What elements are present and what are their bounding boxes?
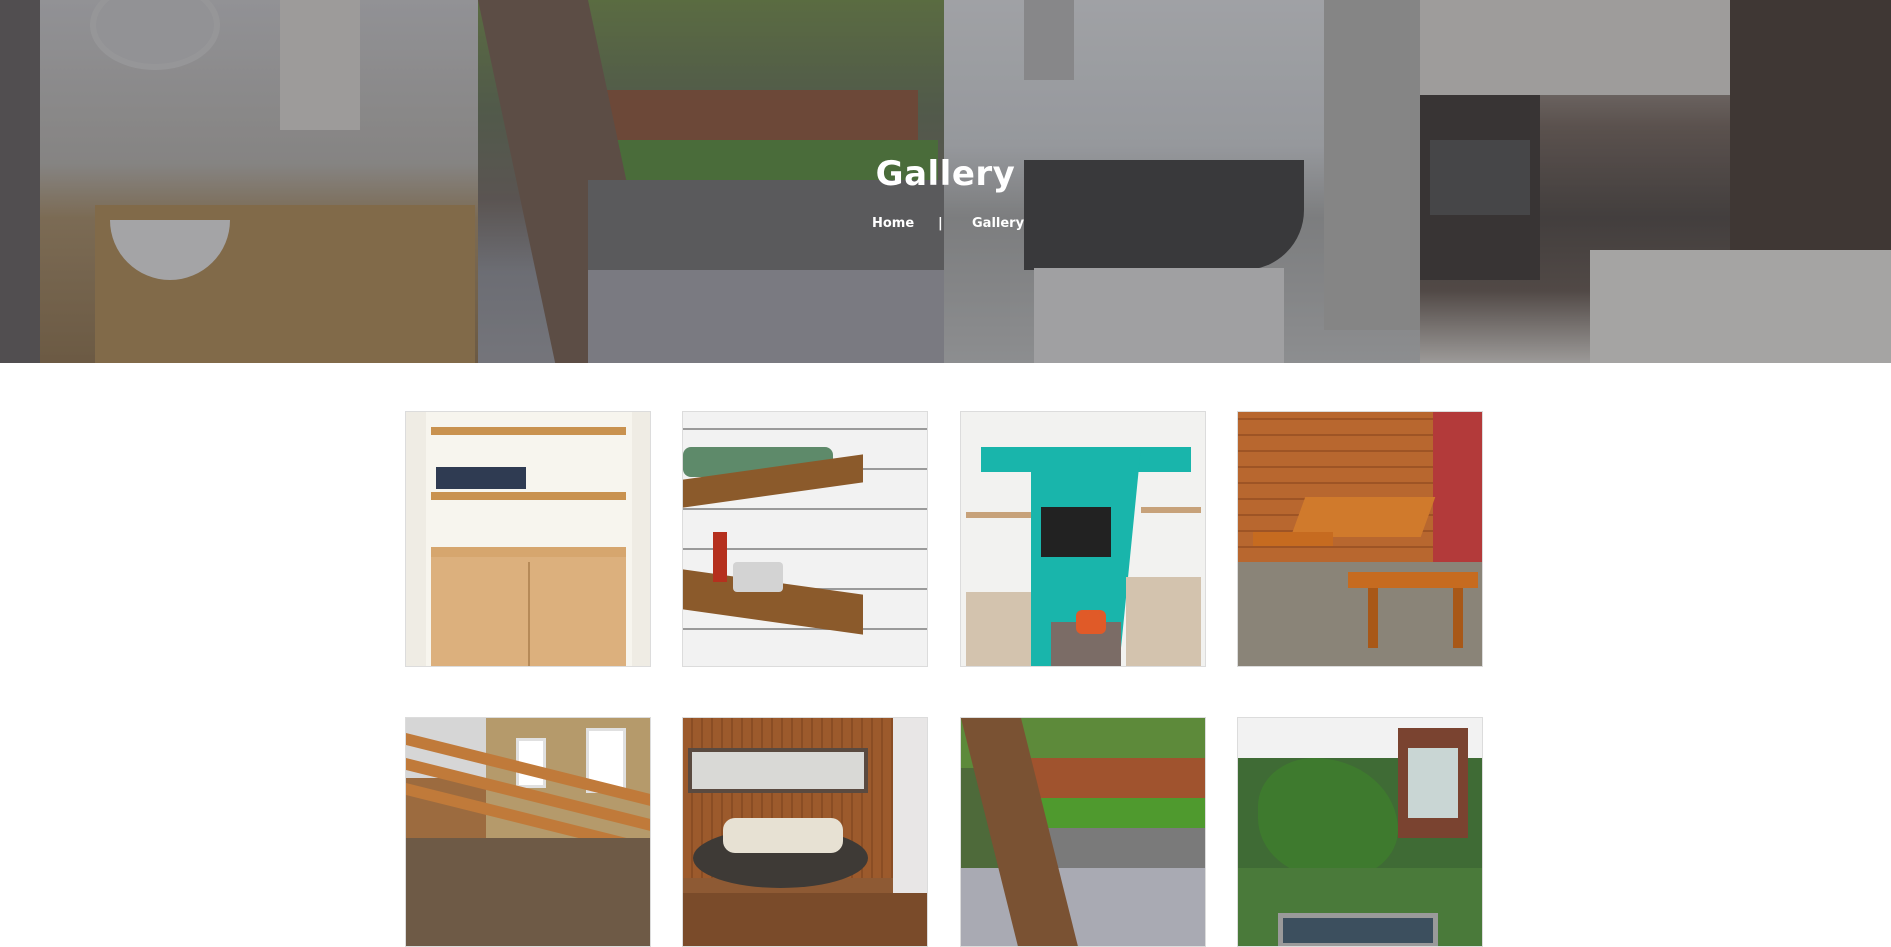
gallery-item-pine-dining-table[interactable]: [1237, 411, 1483, 667]
gallery-item-daybed-cladding[interactable]: [682, 717, 928, 947]
gallery-grid: [0, 363, 1891, 947]
breadcrumb: Home | Gallery: [0, 216, 1891, 236]
breadcrumb-separator: |: [938, 216, 943, 231]
gallery-item-slat-fence[interactable]: [405, 717, 651, 947]
page-title: Gallery: [875, 154, 1016, 194]
gallery-item-terraced-garden[interactable]: [960, 717, 1206, 947]
breadcrumb-home-link[interactable]: Home: [872, 216, 914, 231]
gallery-item-garden-pond[interactable]: [1237, 717, 1483, 947]
gallery-item-shelves-cabinets[interactable]: [405, 411, 651, 667]
hero-banner: Gallery Home | Gallery: [0, 0, 1891, 363]
gallery-item-teal-wall-tv[interactable]: [960, 411, 1206, 667]
breadcrumb-current: Gallery: [972, 216, 1025, 231]
gallery-item-kitchen-shelves[interactable]: [682, 411, 928, 667]
